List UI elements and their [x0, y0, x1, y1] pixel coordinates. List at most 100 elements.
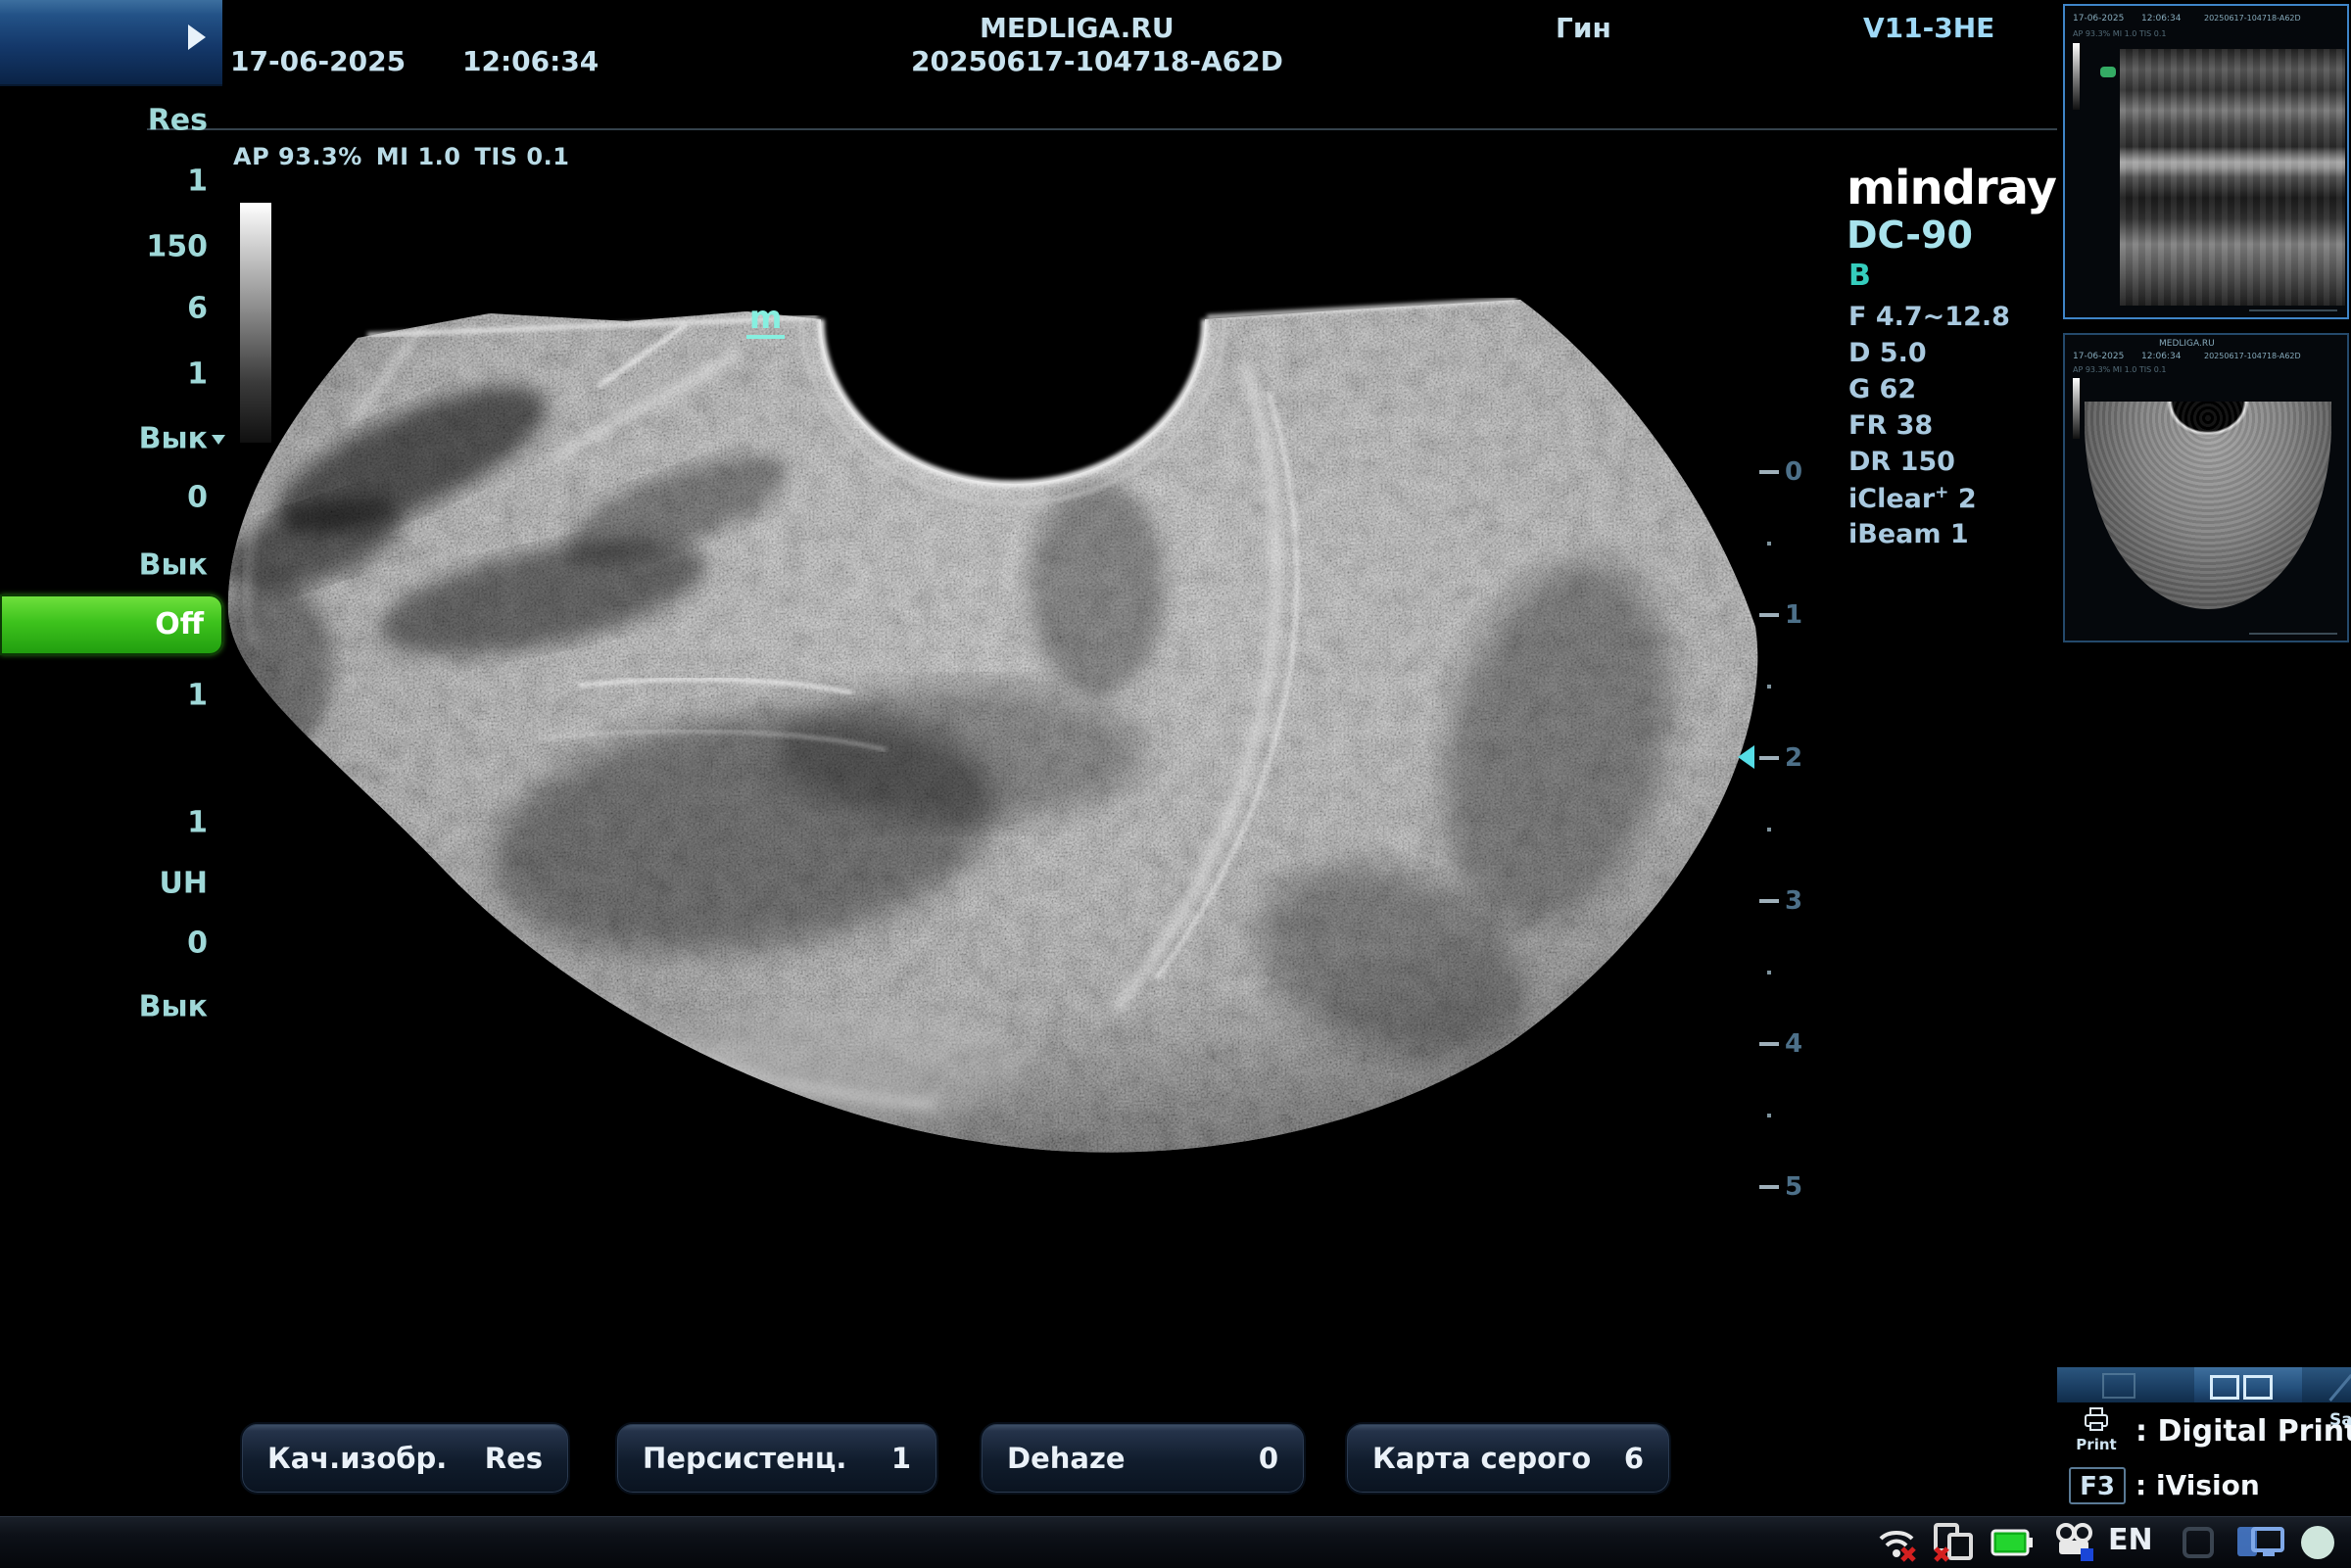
softkey-dehaze[interactable]: Dehaze 0 — [980, 1422, 1306, 1495]
ruler-halfdot — [1767, 542, 1771, 546]
wifi-disconnected-icon[interactable] — [1875, 1521, 1918, 1564]
save-clip-cut-label[interactable]: Sa — [2329, 1410, 2351, 1430]
sidebar-item-vyk-dropdown[interactable]: Вык — [0, 422, 208, 456]
ruler-halfdot — [1767, 1114, 1771, 1117]
exam-preset: Гин — [1556, 12, 1611, 44]
thumb1-scale — [2249, 309, 2337, 311]
ruler-tick — [1759, 470, 1779, 474]
ruler-halfdot — [1767, 828, 1771, 832]
mechanical-index: MI 1.0 — [376, 143, 461, 170]
softkey-value: 1 — [891, 1442, 911, 1475]
thumb2-time: 12:06:34 — [2141, 352, 2181, 361]
softkey-persistence[interactable]: Персистенц. 1 — [615, 1422, 938, 1495]
print-key[interactable]: Print — [2071, 1406, 2122, 1453]
thumb2-site: MEDLIGA.RU — [2159, 339, 2215, 349]
thumb2-params: AP 93.3% MI 1.0 TIS 0.1 — [2073, 365, 2166, 374]
exam-date: 17-06-2025 — [230, 45, 406, 77]
sidebar-item-6[interactable]: 6 — [0, 292, 208, 326]
ruler-label-4: 4 — [1785, 1029, 1814, 1059]
printer-icon — [2082, 1406, 2111, 1432]
print-key-label: Print — [2071, 1436, 2122, 1453]
dimmed-tray-icon[interactable] — [2177, 1521, 2220, 1564]
system-taskbar: EN — [0, 1516, 2351, 1568]
softkey-gray-map[interactable]: Карта серого 6 — [1345, 1422, 1671, 1495]
single-layout-icon[interactable] — [2102, 1373, 2135, 1399]
softkey-value: 6 — [1624, 1442, 1644, 1475]
exam-time: 12:06:34 — [462, 45, 599, 77]
thumbnail-clip-2[interactable]: MEDLIGA.RU 17-06-2025 12:06:34 20250617-… — [2063, 333, 2349, 642]
status-circle-icon[interactable] — [2296, 1521, 2339, 1564]
param-ibeam: iBeam 1 — [1848, 519, 1969, 549]
f3-key[interactable]: F3 — [2069, 1467, 2126, 1504]
network-disconnected-icon[interactable] — [1932, 1521, 1975, 1564]
sidebar-item-12[interactable]: 0 — [0, 927, 208, 961]
ruler-label-5: 5 — [1785, 1172, 1814, 1202]
dual-monitor-icon[interactable] — [2233, 1521, 2288, 1564]
ruler-tick — [1759, 1042, 1779, 1046]
param-depth: D 5.0 — [1848, 338, 1927, 368]
ruler-halfdot — [1767, 685, 1771, 689]
focus-position-marker — [1738, 745, 1754, 769]
dual-layout-icon[interactable] — [2243, 1375, 2273, 1400]
acoustic-output-readout: AP 93.3%MI 1.0TIS 0.1 — [233, 143, 583, 170]
sidebar-item-10[interactable]: 1 — [0, 806, 208, 840]
thumb1-green-marker — [2100, 67, 2116, 77]
sidebar-item-4[interactable]: 1 — [0, 357, 208, 392]
chevron-down-icon[interactable] — [212, 435, 225, 445]
ruler-tick — [1759, 756, 1779, 760]
sidebar-item-0[interactable]: 0 — [0, 481, 208, 515]
thumb2-date: 17-06-2025 — [2073, 352, 2124, 361]
param-dynamic-range: DR 150 — [1848, 447, 1955, 477]
thumb1-image — [2120, 49, 2345, 306]
battery-icon[interactable] — [1991, 1521, 2034, 1564]
menu-tab[interactable] — [0, 0, 222, 86]
ruler-tick — [1759, 613, 1779, 617]
param-gain: G 62 — [1848, 374, 1916, 404]
sidebar-item-1[interactable]: 1 — [0, 165, 208, 199]
expand-arrow-icon[interactable] — [188, 24, 206, 50]
thumb2-image — [2085, 402, 2331, 609]
thumb2-scale — [2249, 633, 2337, 635]
probe-model: V11-3HE — [1863, 12, 1994, 44]
thumbnail-clip-1[interactable]: 17-06-2025 12:06:34 20250617-104718-A62D… — [2063, 4, 2349, 319]
softkey-image-quality[interactable]: Кач.изобр. Res — [240, 1422, 570, 1495]
softkey-label: Кач.изобр. — [267, 1442, 447, 1475]
next-layout-hint — [2328, 1374, 2351, 1402]
param-iclear: iClear+ 2 — [1848, 483, 1977, 514]
softkey-label: Dehaze — [1007, 1442, 1126, 1475]
ruler-tick — [1759, 899, 1779, 903]
sidebar-item-res[interactable]: Res — [0, 104, 208, 138]
sidebar-item-vyk-3[interactable]: Вык — [0, 990, 208, 1024]
sidebar-item-uh[interactable]: UH — [0, 867, 208, 901]
acoustic-power: AP 93.3% — [233, 143, 362, 170]
device-model: DC-90 — [1847, 214, 1973, 257]
language-indicator[interactable]: EN — [2108, 1523, 2153, 1557]
thumb1-params: AP 93.3% MI 1.0 TIS 0.1 — [2073, 29, 2166, 38]
iclear-value: 2 — [1958, 484, 1977, 514]
ultrasound-image[interactable] — [0, 0, 2351, 1567]
iclear-sup: + — [1935, 483, 1948, 502]
thumb1-graybar — [2073, 43, 2080, 110]
softkey-label: Персистенц. — [643, 1442, 846, 1475]
iclear-label: iClear — [1848, 484, 1935, 514]
thumb1-id: 20250617-104718-A62D — [2204, 14, 2301, 23]
grayscale-map-bar — [240, 203, 271, 443]
dual-layout-icon[interactable] — [2210, 1375, 2239, 1400]
sidebar-item-150[interactable]: 150 — [0, 230, 208, 264]
probe-orientation-marker: m — [746, 302, 785, 339]
digital-print-label[interactable]: : Digital Print — [2135, 1414, 2351, 1449]
camera-record-icon[interactable] — [2053, 1521, 2096, 1564]
ruler-label-2: 2 — [1785, 743, 1814, 773]
layout-switch-bar — [2057, 1367, 2351, 1402]
sidebar-item-9[interactable]: 1 — [0, 679, 208, 713]
imaging-mode-label: B — [1848, 259, 1871, 293]
brand-logo: mindray — [1847, 161, 2056, 215]
ruler-label-3: 3 — [1785, 886, 1814, 916]
softkey-label: Карта серого — [1372, 1442, 1591, 1475]
ultrasound-screen: MEDLIGA.RU Гин V11-3HE 17-06-2025 12:06:… — [0, 0, 2351, 1567]
softkey-value: Res — [485, 1442, 543, 1475]
sidebar-item-vyk-2[interactable]: Вык — [0, 548, 208, 583]
off-toggle-button[interactable]: Off — [0, 594, 223, 655]
ruler-halfdot — [1767, 971, 1771, 974]
ivision-label[interactable]: : iVision — [2135, 1469, 2260, 1501]
